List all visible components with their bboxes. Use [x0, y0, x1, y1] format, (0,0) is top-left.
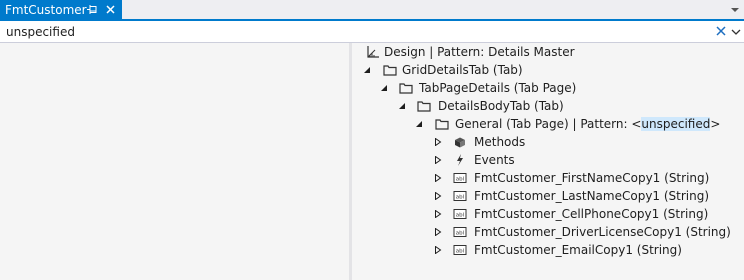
- search-bar: [0, 21, 744, 43]
- svg-text:abl: abl: [456, 195, 465, 201]
- tree-node-tab-page-details[interactable]: TabPageDetails (Tab Page): [352, 79, 744, 97]
- folder-icon: [383, 65, 397, 76]
- document-tab-strip: FmtCustomer: [0, 0, 744, 21]
- tree-node-label: TabPageDetails (Tab Page): [419, 81, 577, 95]
- search-dropdown-icon[interactable]: [731, 28, 741, 36]
- folder-icon: [417, 101, 431, 112]
- tree-node-label: FmtCustomer_FirstNameCopy1 (String): [474, 171, 710, 185]
- outline-tree: Design | Pattern: Details Master GridDet…: [352, 43, 744, 280]
- tree-node-label: FmtCustomer_LastNameCopy1 (String): [474, 189, 710, 203]
- tree-node-string-field[interactable]: abl FmtCustomer_LastNameCopy1 (String): [352, 187, 744, 205]
- tree-node-string-field[interactable]: abl FmtCustomer_DriverLicenseCopy1 (Stri…: [352, 223, 744, 241]
- events-icon: [457, 154, 463, 166]
- folder-icon: [435, 119, 449, 130]
- tree-node-string-field[interactable]: abl FmtCustomer_CellPhoneCopy1 (String): [352, 205, 744, 223]
- tree-node-events[interactable]: Events: [352, 151, 744, 169]
- tab-title: FmtCustomer: [5, 3, 87, 17]
- tree-node-methods[interactable]: Methods: [352, 133, 744, 151]
- collapsed-arrow-icon[interactable]: [434, 192, 442, 200]
- tree-node-label: General (Tab Page) | Pattern: <unspecifi…: [455, 115, 720, 133]
- tree-node-details-body-tab[interactable]: DetailsBodyTab (Tab): [352, 97, 744, 115]
- tree-node-label: DetailsBodyTab (Tab): [438, 99, 564, 113]
- string-field-icon: abl: [453, 245, 467, 255]
- tree-node-label: FmtCustomer_CellPhoneCopy1 (String): [474, 207, 709, 221]
- svg-text:abl: abl: [456, 231, 465, 237]
- expanded-arrow-icon[interactable]: [415, 120, 423, 128]
- collapsed-arrow-icon[interactable]: [434, 174, 442, 182]
- tree-node-label: FmtCustomer_DriverLicenseCopy1 (String): [474, 225, 731, 239]
- label-prefix: General (Tab Page) | Pattern: <: [455, 117, 642, 131]
- tree-node-label: GridDetailsTab (Tab): [402, 63, 523, 77]
- collapsed-arrow-icon[interactable]: [434, 138, 442, 146]
- collapsed-arrow-icon[interactable]: [434, 246, 442, 254]
- methods-icon: [455, 137, 465, 148]
- string-field-icon: abl: [453, 209, 467, 219]
- tree-node-string-field[interactable]: abl FmtCustomer_EmailCopy1 (String): [352, 241, 744, 259]
- expanded-arrow-icon[interactable]: [363, 66, 371, 74]
- svg-text:abl: abl: [456, 213, 465, 219]
- tree-node-label: Events: [474, 153, 515, 167]
- collapsed-arrow-icon[interactable]: [434, 156, 442, 164]
- tree-node-string-field[interactable]: abl FmtCustomer_FirstNameCopy1 (String): [352, 169, 744, 187]
- label-suffix: >: [710, 117, 721, 131]
- tree-node-label: FmtCustomer_EmailCopy1 (String): [474, 243, 682, 257]
- overflow-dropdown-icon[interactable]: [729, 5, 741, 15]
- collapsed-arrow-icon[interactable]: [434, 210, 442, 218]
- tree-node-label: Methods: [474, 135, 526, 149]
- collapsed-arrow-icon[interactable]: [434, 228, 442, 236]
- tree-node-grid-details-tab[interactable]: GridDetailsTab (Tab): [352, 61, 744, 79]
- search-input[interactable]: [0, 21, 700, 42]
- svg-text:abl: abl: [456, 249, 465, 255]
- string-field-icon: abl: [453, 191, 467, 201]
- design-icon: [367, 46, 379, 58]
- folder-icon: [399, 83, 413, 94]
- string-field-icon: abl: [453, 173, 467, 183]
- expanded-arrow-icon[interactable]: [380, 84, 388, 92]
- left-pane: [0, 43, 349, 280]
- tree-node-general[interactable]: General (Tab Page) | Pattern: <unspecifi…: [352, 115, 744, 133]
- pin-icon[interactable]: [86, 3, 99, 16]
- tree-node-design[interactable]: Design | Pattern: Details Master: [352, 43, 744, 61]
- close-icon[interactable]: [104, 3, 117, 16]
- expanded-arrow-icon[interactable]: [398, 102, 406, 110]
- tab-fmtcustomer[interactable]: FmtCustomer: [0, 0, 122, 21]
- clear-search-icon[interactable]: [715, 25, 727, 37]
- tree-node-label: Design | Pattern: Details Master: [384, 45, 575, 59]
- string-field-icon: abl: [453, 227, 467, 237]
- svg-text:abl: abl: [456, 177, 465, 183]
- search-match-highlight: unspecified: [641, 117, 711, 131]
